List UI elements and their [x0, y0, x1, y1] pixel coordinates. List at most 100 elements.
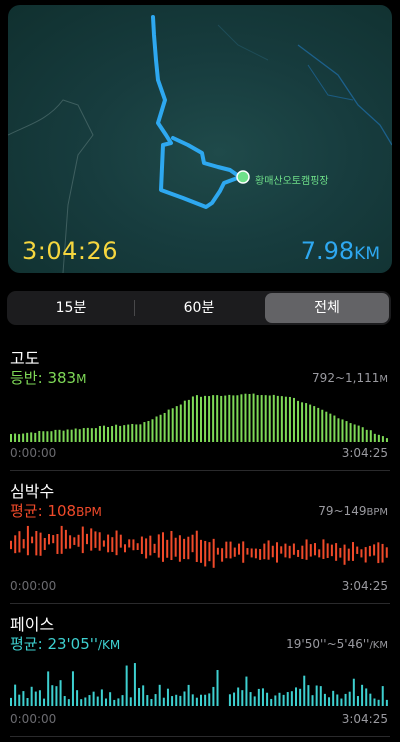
- heart-rate-bar: [368, 545, 371, 557]
- pace-bar: [208, 693, 211, 706]
- altitude-bar: [98, 426, 101, 442]
- altitude-bar: [82, 428, 85, 442]
- altitude-bar: [220, 395, 223, 442]
- heart-rate-bar: [39, 532, 42, 556]
- heart-rate-bar: [170, 530, 173, 561]
- heart-rate-bar: [381, 543, 384, 563]
- time-range-segmented-control: 15분 60분 전체: [7, 291, 391, 325]
- heart-rate-bar: [229, 541, 232, 559]
- altitude-bar: [50, 431, 53, 442]
- heart-rate-bar: [132, 539, 135, 551]
- pace-bar: [133, 663, 136, 706]
- heart-rate-bar: [292, 543, 295, 555]
- heart-rate-bar: [326, 543, 329, 558]
- altitude-bar: [187, 399, 190, 442]
- altitude-bar: [46, 431, 49, 442]
- altitude-bar: [212, 395, 215, 442]
- pace-bar: [187, 684, 190, 706]
- altitude-bar: [317, 407, 320, 442]
- place-label: 황매산오토캠핑장: [255, 176, 329, 187]
- pace-bar: [10, 697, 12, 706]
- altitude-bar: [284, 396, 287, 442]
- altitude-bar: [94, 428, 97, 442]
- heart-rate-bar: [86, 533, 88, 545]
- altitude-bar: [232, 395, 235, 442]
- pace-bar: [146, 695, 149, 706]
- altitude-bar: [236, 395, 239, 442]
- altitude-bar: [139, 424, 142, 442]
- heart-rate-range: 79~149BPM: [318, 504, 388, 518]
- altitude-bar: [175, 406, 178, 442]
- pace-bar: [257, 688, 260, 706]
- altitude-bar: [123, 425, 126, 442]
- heart-rate-bar: [297, 549, 300, 557]
- divider: [10, 736, 390, 737]
- segment-all[interactable]: 전체: [265, 293, 389, 323]
- pace-bar: [253, 696, 256, 706]
- altitude-bar: [349, 423, 352, 442]
- pace-bar: [63, 696, 66, 706]
- pace-bar: [100, 689, 103, 706]
- pace-bar: [117, 698, 120, 706]
- heart-rate-bar: [149, 535, 152, 556]
- altitude-bar: [244, 393, 247, 442]
- heart-rate-bar: [200, 539, 202, 563]
- heart-rate-bar: [330, 544, 333, 557]
- pace-bar: [332, 690, 335, 706]
- pace-bar: [51, 685, 54, 706]
- heart-rate-bar: [385, 547, 388, 558]
- heart-rate-bar: [314, 543, 316, 556]
- altitude-time-end: 3:04:25: [341, 446, 388, 460]
- pace-bar: [249, 692, 252, 706]
- altitude-bar: [147, 420, 150, 442]
- altitude-bar: [26, 432, 29, 442]
- altitude-bar: [204, 395, 207, 442]
- heart-rate-bar: [246, 548, 249, 555]
- heart-rate-bar: [10, 540, 12, 550]
- pace-bar: [278, 692, 281, 706]
- segment-15min[interactable]: 15분: [9, 293, 133, 323]
- heart-rate-bar: [225, 541, 228, 559]
- segment-60min[interactable]: 60분: [137, 293, 261, 323]
- altitude-bar: [102, 425, 105, 442]
- heart-rate-bar: [18, 531, 21, 553]
- pace-bar: [290, 691, 293, 706]
- altitude-time-start: 0:00:00: [10, 446, 57, 460]
- pace-bar: [30, 686, 33, 706]
- pace-bar: [92, 691, 95, 706]
- pace-bar: [175, 694, 178, 706]
- heart-rate-bar: [115, 530, 118, 556]
- pace-bar: [166, 688, 169, 706]
- altitude-bar: [18, 434, 21, 442]
- altitude-bar: [248, 393, 251, 442]
- heart-rate-bar: [52, 535, 55, 544]
- pace-bar: [55, 686, 58, 706]
- route-map[interactable]: 황매산오토캠핑장 3:04:26 7.98KM: [8, 5, 392, 273]
- heart-rate-bar: [35, 530, 38, 556]
- pace-bar: [129, 697, 132, 706]
- pace-section: 페이스 평균: 23'05''/KM 19'50''~5'46''/KM 0:0…: [0, 606, 400, 731]
- pace-bar: [113, 699, 116, 706]
- altitude-bar: [74, 428, 77, 442]
- pace-bar: [237, 687, 240, 706]
- total-distance: 7.98KM: [300, 237, 380, 265]
- altitude-bar: [365, 429, 368, 442]
- altitude-bar: [167, 409, 170, 442]
- heart-rate-bar: [183, 538, 186, 560]
- heart-rate-bar: [280, 546, 283, 554]
- pace-bar: [340, 698, 343, 706]
- pace-bar: [154, 694, 157, 706]
- altitude-bar: [385, 438, 388, 442]
- pace-bar: [125, 665, 128, 706]
- altitude-bar: [195, 395, 198, 442]
- segment-divider: [134, 300, 135, 316]
- location-marker-icon: [236, 170, 250, 184]
- altitude-bar: [208, 396, 211, 442]
- pace-bar: [162, 697, 165, 706]
- pace-bar: [303, 675, 306, 706]
- altitude-bar: [115, 424, 118, 442]
- altitude-bar: [264, 395, 267, 442]
- heart-rate-bar: [343, 544, 346, 565]
- heart-rate-bar: [347, 548, 350, 561]
- heart-rate-bar: [128, 539, 131, 548]
